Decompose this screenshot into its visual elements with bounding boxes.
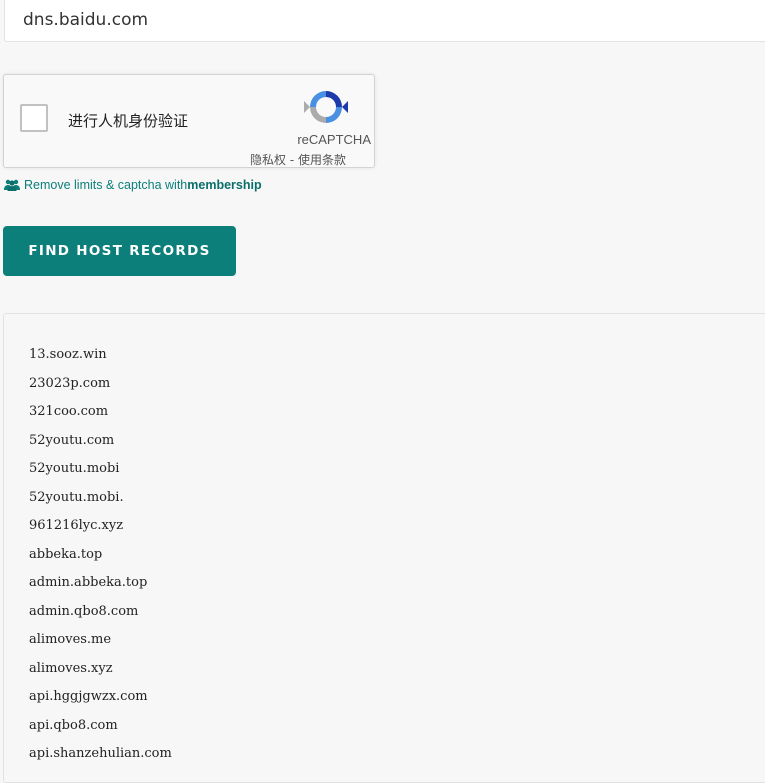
result-item: api.hggjgwzx.com: [29, 689, 148, 704]
recaptcha-logo-icon: [304, 91, 348, 123]
users-icon: [4, 179, 20, 191]
host-records-results: 13.sooz.win 23023p.com 321coo.com 52yout…: [3, 313, 765, 783]
result-item: api.shanzehulian.com: [29, 746, 172, 761]
result-item: api.qbo8.com: [29, 717, 118, 733]
result-item: abbeka.top: [29, 546, 103, 562]
domain-search-input[interactable]: [4, 0, 765, 42]
result-item: 52youtu.mobi.: [29, 489, 124, 505]
recaptcha-label: 进行人机身份验证: [68, 112, 189, 130]
result-item: 52youtu.mobi: [29, 461, 120, 476]
membership-text: Remove limits & captcha with: [24, 178, 188, 192]
result-item: alimoves.me: [29, 632, 112, 647]
result-item: admin.abbeka.top: [29, 575, 148, 590]
find-host-records-button[interactable]: FIND HOST RECORDS: [3, 226, 236, 276]
results-list: 13.sooz.win 23023p.com 321coo.com 52yout…: [4, 314, 765, 769]
recaptcha-widget: 进行人机身份验证 reCAPTCHA 隐私权 - 使用条款: [3, 74, 375, 168]
result-item: 23023p.com: [29, 375, 111, 391]
recaptcha-checkbox[interactable]: [20, 104, 48, 132]
result-item: 321coo.com: [29, 404, 109, 419]
recaptcha-terms-link[interactable]: 隐私权 - 使用条款: [250, 151, 346, 168]
result-item: 52youtu.com: [29, 432, 115, 448]
result-item: 13.sooz.win: [29, 347, 107, 362]
membership-link[interactable]: Remove limits & captcha with membership: [4, 178, 262, 192]
recaptcha-brand: reCAPTCHA: [297, 132, 371, 147]
membership-bold-text: membership: [187, 178, 262, 192]
result-item: alimoves.xyz: [29, 660, 113, 676]
result-item: admin.qbo8.com: [29, 603, 139, 619]
result-item: 961216lyc.xyz: [29, 518, 124, 533]
